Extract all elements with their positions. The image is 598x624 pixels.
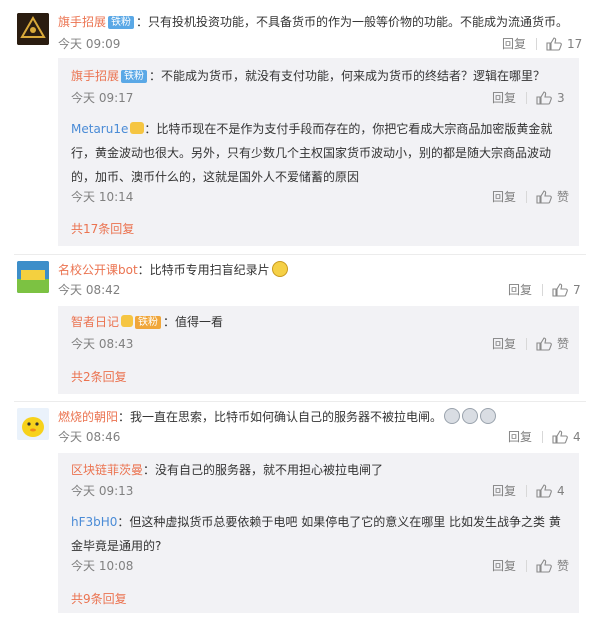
sunglasses-emoji-icon <box>271 261 288 277</box>
fan-badge: 铁粉 <box>108 16 135 29</box>
divider <box>526 92 527 104</box>
divider <box>14 401 586 402</box>
like-count: 赞 <box>557 337 570 351</box>
fan-badge: 铁粉 <box>121 70 148 83</box>
username-link[interactable]: 旗手招展 <box>58 15 106 29</box>
reply-text: ：但这种虚拟货币总要依赖于电吧 如果停电了它的意义在哪里 比如发生战争之类 黄 <box>117 515 561 529</box>
username-link[interactable]: Metaru1e <box>71 122 128 136</box>
divider <box>526 485 527 497</box>
reply-text: ：不能成为货币，就没有支付功能，何来成为货币的终结者？逻辑在哪里？ <box>149 69 546 83</box>
reply-text: ：值得一看 <box>163 315 224 329</box>
timestamp: 今天 08:42 <box>58 283 121 297</box>
divider <box>14 254 586 255</box>
divider <box>526 560 527 572</box>
timestamp: 今天 08:43 <box>71 337 134 351</box>
like-button[interactable]: 4 <box>552 430 581 444</box>
like-count: 赞 <box>557 559 570 573</box>
thumbs-up-icon <box>546 37 562 51</box>
thumbs-up-icon <box>536 337 552 351</box>
like-button[interactable]: 3 <box>536 91 565 105</box>
reply-button[interactable]: 回复 <box>492 337 516 351</box>
shocked-face-emoji-icon <box>462 408 479 424</box>
reply-body: Metaru1e ：比特币现在不是作为支付手段而存在的，你把它看成大宗商品加密版黄… <box>71 121 552 137</box>
timestamp: 今天 10:14 <box>71 190 134 204</box>
fan-badge: 铁粉 <box>135 316 162 329</box>
divider <box>526 191 527 203</box>
divider <box>536 38 537 50</box>
reply-button[interactable]: 回复 <box>492 484 516 498</box>
reply-button[interactable]: 回复 <box>492 559 516 573</box>
reply-body: 智者日记 铁粉 ：值得一看 <box>71 314 223 330</box>
timestamp: 今天 09:17 <box>71 91 134 105</box>
comment-body: 名校公开课bot：比特币专用扫盲纪录片 <box>58 261 288 278</box>
comment-text: ：我一直在思索，比特币如何确认自己的服务器不被拉电闸。 <box>118 410 443 424</box>
reply-button[interactable]: 回复 <box>502 37 526 51</box>
like-button[interactable]: 赞 <box>536 337 569 351</box>
reply-body: hF3bH0：但这种虚拟货币总要依赖于电吧 如果停电了它的意义在哪里 比如发生战… <box>71 514 561 530</box>
like-button[interactable]: 17 <box>546 37 582 51</box>
avatar[interactable] <box>17 13 49 45</box>
like-count: 4 <box>573 430 581 444</box>
divider <box>542 284 543 296</box>
comment-body: 燃烧的朝阳：我一直在思索，比特币如何确认自己的服务器不被拉电闸。 <box>58 408 497 425</box>
timestamp: 今天 10:08 <box>71 559 134 573</box>
more-replies-link[interactable]: 共2条回复 <box>71 370 127 384</box>
like-count: 17 <box>567 37 583 51</box>
reply-body: 区块链菲茨曼：没有自己的服务器，就不用担心被拉电闸了 <box>71 462 383 478</box>
reply-text-line: 行，黄金波动也很大。另外，只有少数几个主权国家货币波动小，别的都是随大宗商品波动 <box>71 146 552 160</box>
thumbs-up-icon <box>536 484 552 498</box>
username-link[interactable]: 名校公开课bot <box>58 263 138 277</box>
like-count: 赞 <box>557 190 570 204</box>
shocked-face-emoji-icon <box>480 408 497 424</box>
thumbs-up-icon <box>552 283 568 297</box>
reply-button[interactable]: 回复 <box>492 91 516 105</box>
avatar[interactable] <box>17 408 49 440</box>
username-link[interactable]: 区块链菲茨曼 <box>71 463 143 477</box>
username-link[interactable]: 智者日记 <box>71 315 119 329</box>
timestamp: 今天 09:13 <box>71 484 134 498</box>
like-count: 3 <box>557 91 565 105</box>
timestamp: 今天 09:09 <box>58 37 121 51</box>
thumbs-up-icon <box>536 559 552 573</box>
thumbs-up-icon <box>536 190 552 204</box>
timestamp: 今天 08:46 <box>58 430 121 444</box>
avatar[interactable] <box>17 261 49 293</box>
crown-badge-icon <box>121 315 134 327</box>
shocked-face-emoji-icon <box>444 408 461 424</box>
reply-button[interactable]: 回复 <box>492 190 516 204</box>
like-count: 4 <box>557 484 565 498</box>
reply-button[interactable]: 回复 <box>508 283 532 297</box>
like-button[interactable]: 4 <box>536 484 565 498</box>
comment-text: ：比特币专用扫盲纪录片 <box>137 263 270 277</box>
divider <box>526 338 527 350</box>
like-button[interactable]: 7 <box>552 283 581 297</box>
more-replies-link[interactable]: 共9条回复 <box>71 592 127 606</box>
like-button[interactable]: 赞 <box>536 559 569 573</box>
reply-button[interactable]: 回复 <box>508 430 532 444</box>
like-count: 7 <box>573 283 581 297</box>
comment-body: 旗手招展 铁粉 ：只有投机投资功能，不具备货币的作为一般等价物的功能。不能成为流通货… <box>58 14 568 30</box>
thumbs-up-icon <box>552 430 568 444</box>
like-button[interactable]: 赞 <box>536 190 569 204</box>
crown-badge-icon <box>130 122 145 134</box>
reply-text: ：没有自己的服务器，就不用担心被拉电闸了 <box>143 463 384 477</box>
comment-text: ：只有投机投资功能，不具备货币的作为一般等价物的功能。不能成为流通货币。 <box>136 15 569 29</box>
reply-text-line: 的，加币、澳币什么的，这就是国外人不爱储蓄的原因 <box>71 170 360 184</box>
more-replies-link[interactable]: 共17条回复 <box>71 222 134 236</box>
reply-text-line: 金毕竟是通用的? <box>71 539 162 553</box>
thumbs-up-icon <box>536 91 552 105</box>
username-link[interactable]: 旗手招展 <box>71 69 119 83</box>
divider <box>542 431 543 443</box>
reply-text: ：比特币现在不是作为支付手段而存在的，你把它看成大宗商品加密版黄金就 <box>144 122 553 136</box>
username-link[interactable]: 燃烧的朝阳 <box>58 410 118 424</box>
username-link[interactable]: hF3bH0 <box>71 515 117 529</box>
reply-body: 旗手招展 铁粉 ：不能成为货币，就没有支付功能，何来成为货币的终结者？逻辑在哪里？ <box>71 68 545 84</box>
